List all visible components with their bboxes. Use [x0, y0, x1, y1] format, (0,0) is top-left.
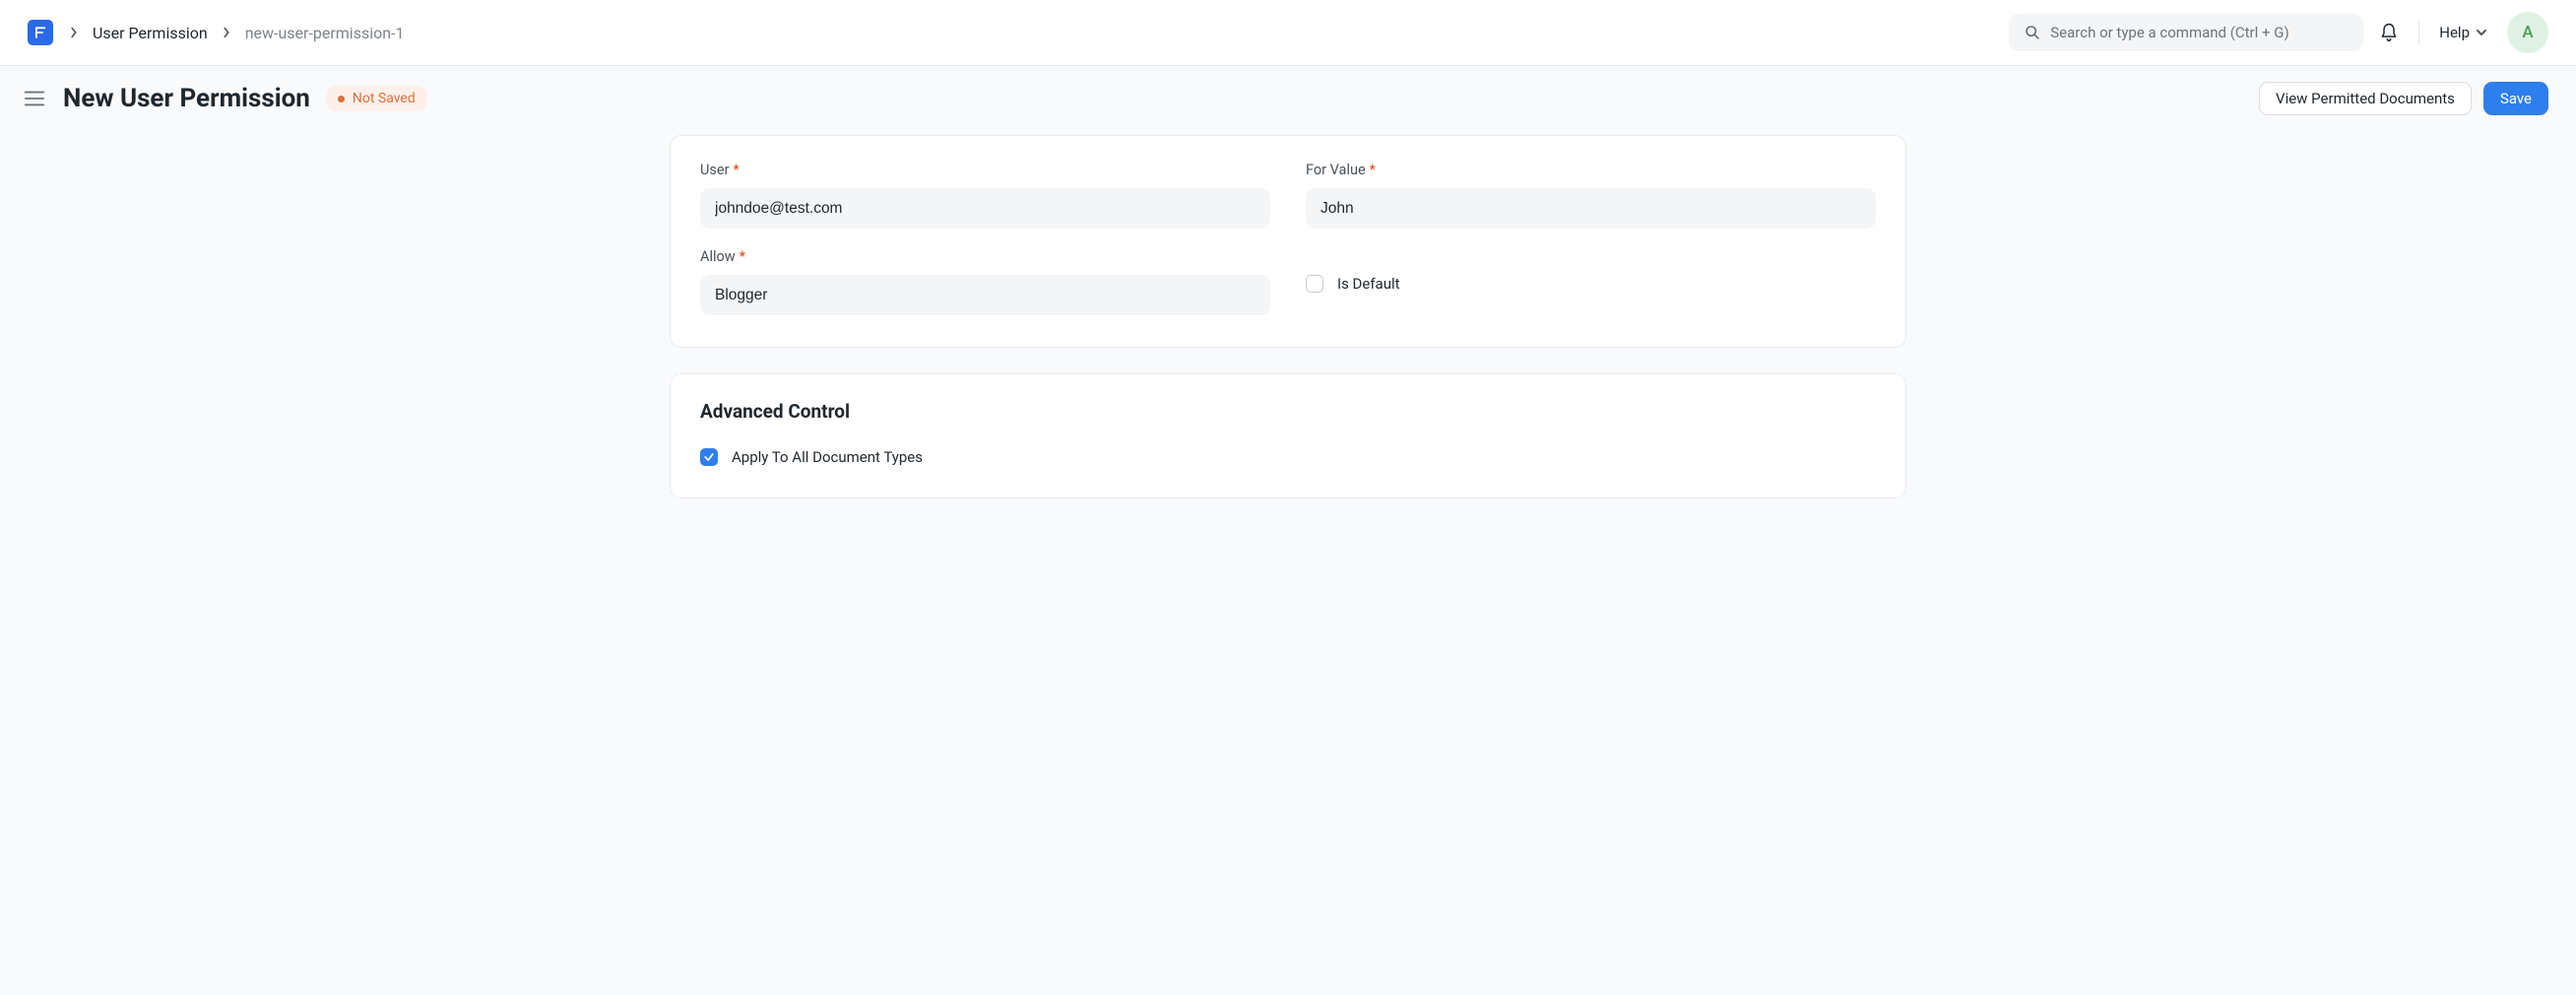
chevron-down-icon — [2476, 27, 2487, 38]
navbar-divider — [2418, 20, 2419, 45]
app-logo[interactable] — [28, 20, 53, 45]
status-text: Not Saved — [353, 91, 416, 106]
user-avatar[interactable]: A — [2507, 12, 2548, 53]
page-header: New User Permission Not Saved View Permi… — [0, 66, 2576, 131]
main-form-card: User* For Value* Allow* — [670, 135, 1906, 348]
page-title: New User Permission — [63, 84, 310, 113]
apply-all-row: Apply To All Document Types — [700, 444, 1876, 466]
allow-input[interactable] — [700, 275, 1270, 315]
global-search[interactable]: Search or type a command (Ctrl + G) — [2009, 14, 2363, 51]
advanced-section-title: Advanced Control — [700, 400, 1876, 423]
for-value-field: For Value* — [1306, 162, 1876, 229]
app-logo-icon — [33, 26, 47, 39]
navbar-right: Help A — [2379, 12, 2548, 53]
view-permitted-documents-button[interactable]: View Permitted Documents — [2259, 82, 2472, 115]
user-input[interactable] — [700, 188, 1270, 229]
allow-field: Allow* — [700, 248, 1270, 315]
avatar-letter: A — [2522, 23, 2533, 42]
cards-wrapper: User* For Value* Allow* — [670, 135, 1906, 538]
bell-icon[interactable] — [2379, 22, 2399, 43]
breadcrumb: User Permission new-user-permission-1 — [69, 24, 1993, 42]
search-placeholder: Search or type a command (Ctrl + G) — [2050, 24, 2288, 41]
status-dot-icon — [338, 96, 345, 102]
for-value-input[interactable] — [1306, 188, 1876, 229]
search-icon — [2025, 25, 2040, 40]
check-icon — [703, 451, 715, 463]
help-menu[interactable]: Help — [2439, 24, 2487, 41]
breadcrumb-parent[interactable]: User Permission — [93, 24, 208, 42]
top-navbar: User Permission new-user-permission-1 Se… — [0, 0, 2576, 66]
required-indicator: * — [1370, 162, 1376, 178]
required-indicator: * — [740, 248, 745, 265]
save-button[interactable]: Save — [2483, 82, 2548, 115]
user-field: User* — [700, 162, 1270, 229]
advanced-control-card: Advanced Control Apply To All Document T… — [670, 373, 1906, 498]
required-indicator: * — [734, 162, 740, 178]
page-body: New User Permission Not Saved View Permi… — [0, 66, 2576, 995]
breadcrumb-current: new-user-permission-1 — [245, 24, 405, 42]
for-value-label: For Value* — [1306, 162, 1876, 178]
apply-all-label: Apply To All Document Types — [732, 448, 923, 466]
is-default-checkbox[interactable] — [1306, 275, 1323, 293]
is-default-label: Is Default — [1337, 275, 1400, 293]
chevron-right-icon — [69, 26, 79, 39]
chevron-right-icon — [222, 26, 231, 39]
status-badge: Not Saved — [326, 86, 427, 111]
is-default-row: Is Default — [1306, 248, 1876, 315]
allow-label: Allow* — [700, 248, 1270, 265]
user-label: User* — [700, 162, 1270, 178]
menu-icon[interactable] — [24, 90, 45, 107]
apply-all-checkbox[interactable] — [700, 448, 718, 466]
help-label: Help — [2439, 24, 2470, 41]
